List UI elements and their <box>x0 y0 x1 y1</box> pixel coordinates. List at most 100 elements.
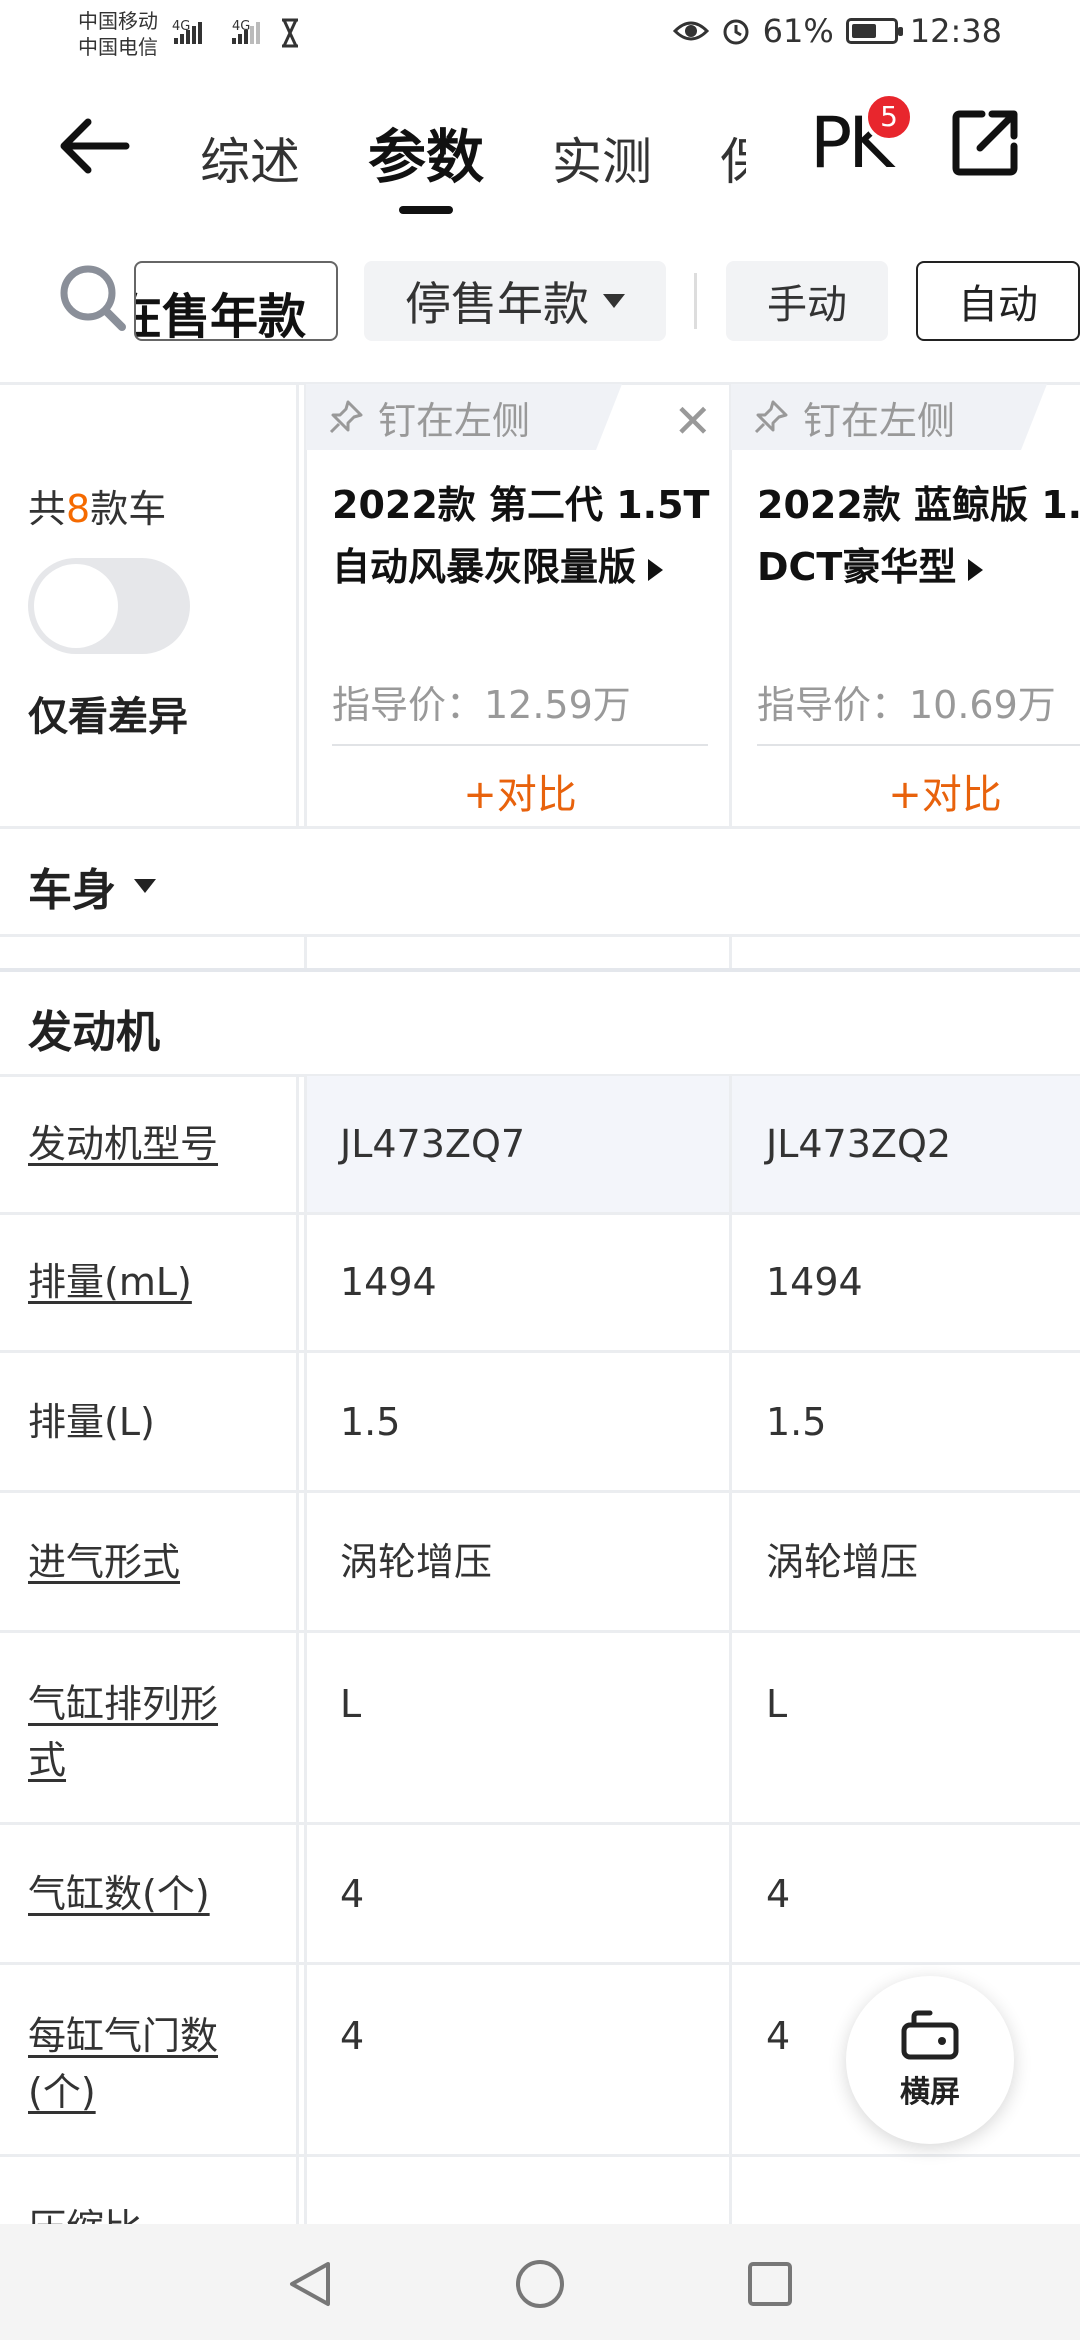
battery-percent: 61% <box>762 12 834 50</box>
car-name-line1[interactable]: 2022款 第二代 1.5T <box>332 474 732 536</box>
caret-down-icon <box>134 879 156 893</box>
divider <box>332 744 708 746</box>
row-value-2: 1494 <box>766 1260 863 1304</box>
pk-count-badge: 5 <box>864 92 914 142</box>
signal-strength-icon: 4G 4G <box>172 18 298 48</box>
row-label[interactable]: 进气形式 <box>28 1534 248 1590</box>
clock: 12:38 <box>909 12 1002 50</box>
row-label[interactable]: 气缸数(个) <box>28 1866 248 1922</box>
rotate-landscape-icon <box>901 2010 959 2060</box>
row-value-1: JL473ZQ7 <box>340 1122 526 1166</box>
table-row: 进气形式 涡轮增压 涡轮增压 <box>0 1492 1080 1630</box>
row-value-1: 4 <box>340 1872 365 1916</box>
auto-filter-chip[interactable]: 自动 <box>916 261 1080 341</box>
play-arrow-icon <box>648 558 664 581</box>
row-label[interactable]: 气缸排列形式 <box>28 1676 248 1788</box>
table-row: 气缸排列形式 L L <box>0 1632 1080 1822</box>
landscape-label: 横屏 <box>900 2075 960 2110</box>
signal-icons: 4G 4G <box>170 14 330 58</box>
car-column-1: 钉在左侧 ✕ 2022款 第二代 1.5T 自动风暴灰限量版 指导价：12.59… <box>306 384 730 828</box>
status-bar: 中国移动 中国电信 4G 4G 61% 12:38 <box>0 0 1080 72</box>
pin-label: 钉在左侧 <box>803 398 956 443</box>
column-divider <box>296 1076 299 2224</box>
table-row: 气缸数(个) 4 4 <box>0 1824 1080 1962</box>
pin-left-button[interactable]: 钉在左侧 <box>306 384 622 450</box>
pin-icon <box>754 400 788 434</box>
section-body-title: 车身 <box>28 865 116 916</box>
column-divider <box>729 936 732 968</box>
search-icon[interactable] <box>58 263 128 333</box>
row-value-2: 4 <box>766 1872 791 1916</box>
on-sale-years-chip[interactable]: 在售年款 <box>134 261 338 341</box>
play-arrow-icon <box>968 558 984 581</box>
section-body-header[interactable]: 车身 <box>28 854 156 918</box>
pin-left-button[interactable]: 钉在左侧 <box>731 384 1047 450</box>
filter-bar: 在售年款 停售年款 手动 自动 <box>0 255 1080 365</box>
table-row: 排量(mL) 1494 1494 <box>0 1214 1080 1350</box>
caret-down-icon <box>603 294 625 308</box>
row-value-2: 1.5 <box>766 1400 827 1444</box>
diff-only-label: 仅看差异 <box>28 694 188 740</box>
tab-params[interactable]: 参数 <box>368 110 484 194</box>
manual-filter-chip[interactable]: 手动 <box>726 261 888 341</box>
status-right: 61% 12:38 <box>672 12 1002 50</box>
row-label[interactable]: 排量(mL) <box>28 1254 248 1310</box>
car-column-2: 钉在左侧 2022款 蓝鲸版 1.5 DCT豪华型 指导价：10.69万 +对比 <box>731 384 1080 828</box>
table-row: 压缩比 <box>0 2156 1080 2224</box>
pin-icon <box>329 400 363 434</box>
nav-home-icon[interactable] <box>514 2258 566 2310</box>
on-sale-years-label: 在售年款 <box>136 289 306 341</box>
row-value-1: 4 <box>340 2014 365 2058</box>
carrier-1: 中国移动 <box>78 9 158 33</box>
tab-overview[interactable]: 综述 <box>200 122 300 194</box>
car-count-number: 8 <box>66 487 91 531</box>
row-value-1: 涡轮增压 <box>340 1540 493 1584</box>
close-icon[interactable]: ✕ <box>673 394 712 448</box>
pin-label: 钉在左侧 <box>378 398 531 443</box>
row-label[interactable]: 发动机型号 <box>28 1116 248 1172</box>
back-arrow-icon[interactable] <box>56 116 132 176</box>
car-name-line2[interactable]: 自动风暴灰限量版 <box>332 536 664 598</box>
guide-price: 指导价：12.59万 <box>332 683 631 727</box>
section-engine-title: 发动机 <box>28 1007 160 1058</box>
top-nav: 综述 参数 实测 保 PK 5 <box>0 80 1080 210</box>
nav-back-icon[interactable] <box>284 2258 336 2310</box>
carrier-2: 中国电信 <box>78 35 158 59</box>
tab-test[interactable]: 实测 <box>552 122 652 194</box>
column-divider <box>729 1076 732 2224</box>
tab-bar: 综述 参数 实测 保 <box>200 110 746 194</box>
divider <box>0 934 1080 937</box>
discontinued-years-dropdown[interactable]: 停售年款 <box>364 261 666 341</box>
divider <box>0 826 1080 829</box>
column-divider <box>304 1076 307 2224</box>
guide-price: 指导价：10.69万 <box>757 683 1056 727</box>
car-name-line1[interactable]: 2022款 蓝鲸版 1.5 <box>757 474 1080 536</box>
row-label[interactable]: 压缩比 <box>28 2200 248 2224</box>
table-row: 发动机型号 JL473ZQ7 JL473ZQ2 <box>0 1076 1080 1212</box>
alarm-icon <box>723 19 749 45</box>
column-divider <box>304 936 307 968</box>
row-value-2: L <box>766 1682 788 1726</box>
row-value-1: L <box>340 1682 362 1726</box>
toggle-knob <box>34 564 118 648</box>
row-value-2: JL473ZQ2 <box>766 1122 952 1166</box>
row-value-2: 涡轮增压 <box>766 1540 919 1584</box>
nav-recents-icon[interactable] <box>744 2258 796 2310</box>
row-label[interactable]: 每缸气门数(个) <box>28 2008 248 2120</box>
tab-value[interactable]: 保 <box>720 122 746 194</box>
divider <box>0 968 1080 972</box>
system-nav-bar <box>0 2224 1080 2340</box>
share-icon[interactable] <box>952 108 1020 176</box>
add-compare-button[interactable]: +对比 <box>332 762 708 820</box>
divider <box>757 744 1080 746</box>
car-name-line2[interactable]: DCT豪华型 <box>757 536 984 598</box>
landscape-button[interactable]: 横屏 <box>846 1976 1014 2144</box>
eye-comfort-icon <box>672 21 709 41</box>
row-value-1: 1.5 <box>340 1400 401 1444</box>
row-value-2: 4 <box>766 2014 791 2058</box>
diff-only-toggle[interactable] <box>28 558 190 654</box>
car-count: 共8款车 <box>28 487 167 531</box>
add-compare-button[interactable]: +对比 <box>757 762 1080 820</box>
table-row: 排量(L) 1.5 1.5 <box>0 1352 1080 1490</box>
row-value-1: 1494 <box>340 1260 437 1304</box>
